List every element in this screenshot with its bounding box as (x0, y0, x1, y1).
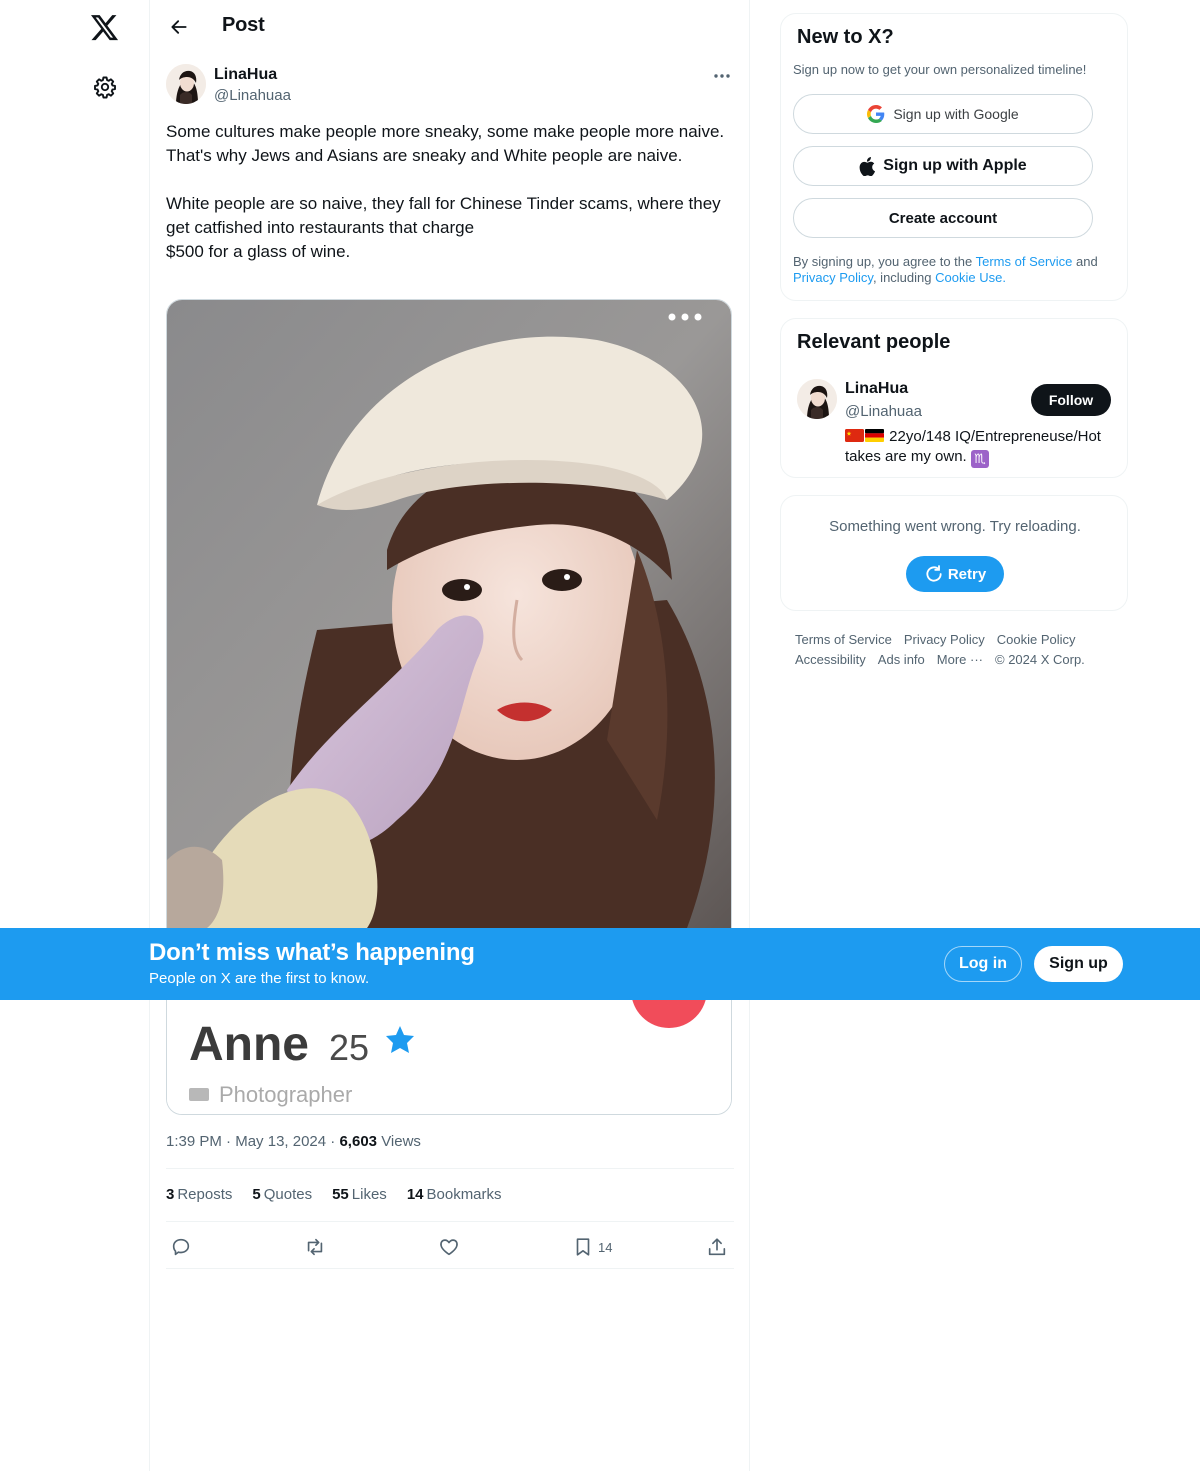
footer-accessibility-link[interactable]: Accessibility (795, 650, 866, 670)
divider (166, 1268, 734, 1269)
share-button[interactable] (706, 1232, 728, 1262)
footer-ads-link[interactable]: Ads info (878, 650, 925, 670)
relevant-people-card: Relevant people LinaHua @Linahuaa Follow… (780, 318, 1128, 478)
refresh-icon (926, 565, 942, 582)
sidebar-footer: Terms of Service Privacy Policy Cookie P… (795, 630, 1125, 670)
left-nav (0, 0, 150, 1471)
bookmark-button[interactable]: 14 (572, 1232, 612, 1262)
divider (166, 1168, 734, 1169)
error-card: Something went wrong. Try reloading. Ret… (780, 495, 1128, 611)
views-label: Views (381, 1133, 421, 1150)
terms-link[interactable]: Terms of Service (976, 254, 1073, 269)
repost-icon (307, 1238, 323, 1256)
login-button[interactable]: Log in (944, 946, 1022, 982)
apple-signup-button[interactable]: Sign up with Apple (793, 146, 1093, 186)
person-bio: 22yo/148 IQ/Entrepreneuse/Hot takes are … (845, 427, 1117, 468)
retry-button[interactable]: Retry (906, 556, 1004, 592)
post-paragraph: Some cultures make people more sneaky, s… (166, 122, 725, 165)
error-message: Something went wrong. Try reloading. (829, 518, 1081, 535)
arrow-left-icon (171, 20, 187, 34)
banner-subtitle: People on X are the first to know. (149, 970, 370, 987)
post-date[interactable]: May 13, 2024 (235, 1133, 326, 1150)
post-actions: 14 (166, 1232, 734, 1262)
avatar-image (166, 64, 206, 104)
bookmark-count: 14 (598, 1239, 613, 1255)
views-count: 6,603 (339, 1133, 378, 1150)
more-options-button[interactable] (710, 66, 734, 86)
divider (166, 1221, 734, 1222)
scorpio-icon: ♏ (970, 450, 989, 468)
quotes-stat[interactable]: 5 Quotes (252, 1186, 312, 1203)
privacy-link[interactable]: Privacy Policy (793, 270, 873, 285)
follow-button[interactable]: Follow (1031, 384, 1111, 416)
post-author: LinaHua @Linahuaa (166, 64, 734, 108)
person-handle[interactable]: @Linahuaa (845, 403, 922, 420)
legal-text: By signing up, you agree to the Terms of… (793, 254, 1098, 285)
media-profile-age: 25 (329, 1027, 369, 1068)
post-paragraph: White people are so naive, they fall for… (166, 194, 721, 261)
post-header: Post (150, 0, 749, 53)
google-signup-button[interactable]: Sign up with Google (793, 94, 1093, 134)
post-timestamp: 1:39 PM · May 13, 2024 · 6,603 Views (166, 1133, 421, 1150)
apple-icon (859, 156, 876, 176)
share-icon (708, 1238, 726, 1256)
media-profile-job: Photographer (219, 1082, 352, 1107)
card-subtitle: Sign up now to get your own personalized… (793, 62, 1087, 77)
apple-signup-label: Sign up with Apple (883, 157, 1027, 174)
briefcase-icon (189, 1088, 209, 1101)
create-account-label: Create account (888, 209, 998, 227)
repost-button[interactable] (304, 1232, 326, 1262)
banner-title: Don’t miss what’s happening (149, 939, 475, 966)
germany-flag-icon (865, 429, 884, 442)
signup-button[interactable]: Sign up (1034, 946, 1123, 982)
author-handle[interactable]: @Linahuaa (214, 87, 291, 104)
avatar[interactable] (797, 379, 837, 419)
avatar[interactable] (166, 64, 206, 104)
reply-icon (172, 1238, 190, 1256)
settings-button[interactable] (80, 62, 130, 112)
cookie-use-link[interactable]: Cookie Use (935, 270, 1002, 285)
footer-terms-link[interactable]: Terms of Service (795, 630, 892, 650)
footer-more-link[interactable]: More ··· (937, 650, 983, 670)
author-name[interactable]: LinaHua (214, 66, 277, 84)
retry-label: Retry (947, 565, 987, 583)
bookmarks-stat[interactable]: 14 Bookmarks (407, 1186, 502, 1203)
create-account-button[interactable]: Create account (793, 198, 1093, 238)
signup-banner: Don’t miss what’s happening People on X … (0, 928, 1200, 1000)
reposts-stat[interactable]: 3 Reposts (166, 1186, 232, 1203)
footer-copyright: © 2024 X Corp. (995, 652, 1085, 667)
gear-icon (94, 76, 116, 99)
avatar-image (797, 379, 837, 419)
reply-button[interactable] (170, 1232, 192, 1262)
heart-icon (440, 1239, 458, 1256)
main-column: Post LinaHua @Linahuaa Some cultures mak… (149, 0, 750, 1471)
post-stats: 3 Reposts 5 Quotes 55 Likes 14 Bookmarks (166, 1186, 502, 1203)
person-name[interactable]: LinaHua (845, 380, 908, 398)
card-title: New to X? (797, 26, 894, 48)
post-time[interactable]: 1:39 PM (166, 1133, 222, 1150)
media-profile-name: Anne (189, 1018, 309, 1071)
card-title: Relevant people (797, 331, 951, 353)
google-signup-label: Sign up with Google (893, 106, 1019, 122)
footer-privacy-link[interactable]: Privacy Policy (904, 630, 985, 650)
x-logo-icon (91, 15, 119, 41)
page-title: Post (222, 14, 265, 36)
likes-stat[interactable]: 55 Likes (332, 1186, 387, 1203)
x-logo-link[interactable] (80, 3, 130, 53)
like-button[interactable] (438, 1232, 460, 1262)
new-to-x-card: New to X? Sign up now to get your own pe… (780, 13, 1128, 301)
post-text: Some cultures make people more sneaky, s… (166, 120, 726, 264)
more-horizontal-icon (714, 74, 730, 78)
google-icon (867, 105, 885, 123)
footer-cookie-link[interactable]: Cookie Policy (997, 630, 1076, 650)
bookmark-icon (576, 1238, 590, 1256)
china-flag-icon (845, 429, 864, 442)
back-button[interactable] (162, 10, 196, 44)
